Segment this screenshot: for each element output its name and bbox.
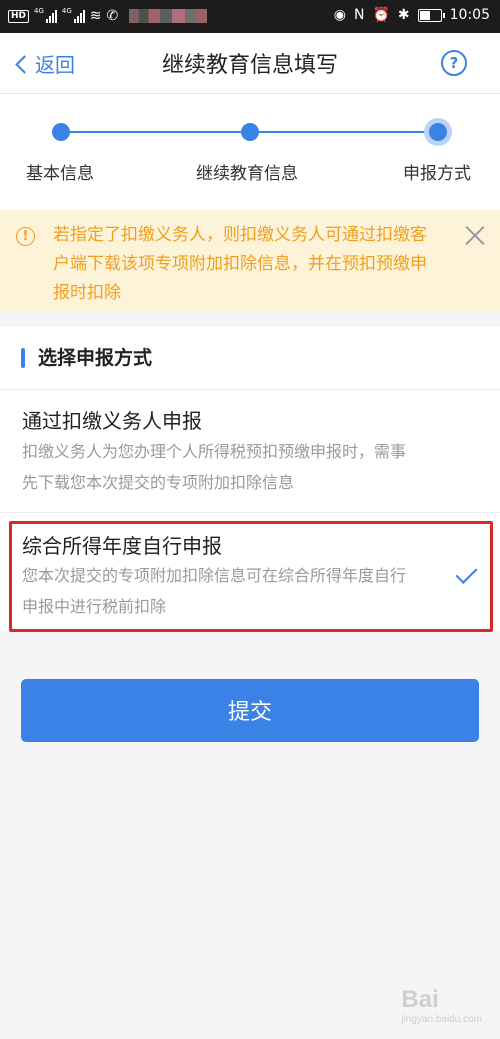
- page-title: 继续教育信息填写: [161, 53, 338, 78]
- option-annual-self-filing[interactable]: 综合所得年度自行申报 您本次提交的专项附加扣除信息可在综合所得年度自行申报中进行…: [0, 513, 500, 631]
- close-icon[interactable]: [464, 224, 486, 246]
- signal-icon-2: [73, 9, 85, 23]
- notice-banner: ! 若指定了扣缴义务人，则扣缴义务人可通过扣缴客户端下载该项专项附加扣除信息，并…: [0, 210, 500, 311]
- hd-icon: HD: [8, 9, 30, 23]
- section-accent-bar: [21, 348, 25, 368]
- step-dot: [241, 123, 259, 141]
- signal-icon: [45, 9, 57, 23]
- missed-call-icon: ✆: [106, 8, 119, 24]
- network-type-a: 4G: [34, 7, 44, 15]
- wifi-icon: ≋: [89, 8, 102, 24]
- option-title: 通过扣缴义务人申报: [22, 409, 202, 433]
- help-icon[interactable]: ?: [441, 50, 467, 76]
- checkmark-icon: [455, 562, 478, 584]
- progress-stepper: 基本信息 继续教育信息 申报方式: [0, 94, 500, 210]
- section-title: 选择申报方式: [38, 347, 153, 369]
- network-type-b: 4G: [61, 7, 72, 15]
- status-bar: HD 4G 4G ≋ ✆ ◉ N ⏰ ✱ 10:05: [0, 0, 500, 33]
- clock-time: 10:05: [449, 7, 490, 23]
- blurred-notification-icons: [129, 9, 208, 23]
- navigation-bar: 返回 继续教育信息填写 ?: [0, 33, 500, 94]
- step-label-basic-info: 基本信息: [26, 164, 94, 184]
- option-description: 扣缴义务人为您办理个人所得税预扣预缴申报时，需事先下载您本次提交的专项附加扣除信…: [22, 442, 407, 492]
- option-title: 综合所得年度自行申报: [22, 534, 222, 558]
- notice-text: 若指定了扣缴义务人，则扣缴义务人可通过扣缴客户端下载该项专项附加扣除信息，并在预…: [53, 225, 427, 303]
- step-dot: [52, 123, 70, 141]
- step-label-education-info: 继续教育信息: [196, 164, 298, 184]
- step-dot-current: [429, 123, 447, 141]
- option-withholding-agent[interactable]: 通过扣缴义务人申报 扣缴义务人为您办理个人所得税预扣预缴申报时，需事先下载您本次…: [0, 390, 500, 513]
- bluetooth-icon: ✱: [397, 7, 410, 23]
- nfc-icon: N: [353, 7, 365, 23]
- status-left: HD 4G 4G ≋ ✆: [8, 7, 208, 24]
- eye-icon: ◉: [333, 7, 346, 23]
- warning-icon: !: [16, 227, 35, 246]
- submit-button[interactable]: 提交: [21, 679, 479, 742]
- status-right: ◉ N ⏰ ✱ 10:05: [334, 7, 490, 23]
- watermark-subtext: jingyan.baidu.com: [401, 1014, 482, 1025]
- battery-icon: [417, 8, 445, 22]
- step-connector: [61, 131, 250, 133]
- step-connector: [250, 131, 438, 133]
- section-header: 选择申报方式: [0, 327, 500, 390]
- alarm-icon: ⏰: [372, 7, 390, 23]
- option-description: 您本次提交的专项附加扣除信息可在综合所得年度自行申报中进行税前扣除: [22, 566, 407, 616]
- watermark-text: Bai: [401, 986, 439, 1013]
- step-label-filing-method: 申报方式: [403, 164, 471, 184]
- watermark-logo: Bai jingyan.baidu.com: [401, 986, 482, 1025]
